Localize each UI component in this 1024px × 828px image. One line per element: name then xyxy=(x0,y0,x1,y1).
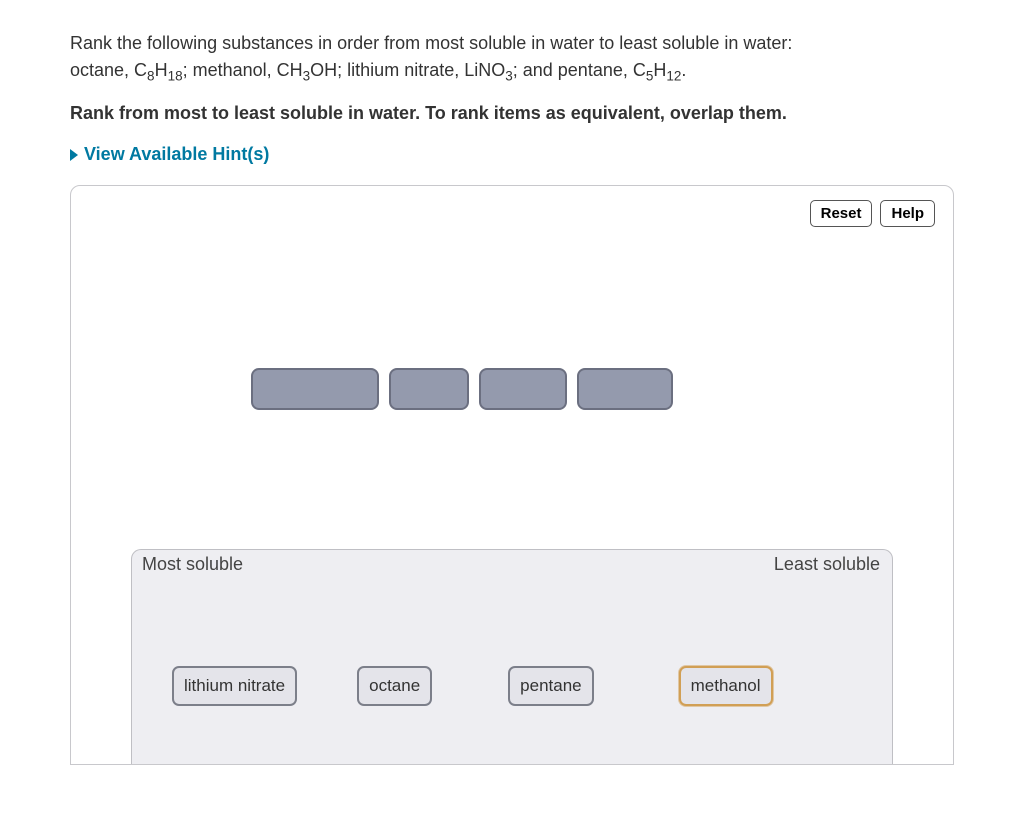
hints-label: View Available Hint(s) xyxy=(84,144,269,165)
view-hints-toggle[interactable]: View Available Hint(s) xyxy=(70,144,954,165)
zone-label-least: Least soluble xyxy=(774,554,880,575)
rank-slot[interactable] xyxy=(577,368,673,410)
reset-button[interactable]: Reset xyxy=(810,200,873,227)
zone-label-most: Most soluble xyxy=(142,554,243,575)
drop-zone[interactable]: Most soluble Least soluble lithium nitra… xyxy=(131,549,893,764)
help-button[interactable]: Help xyxy=(880,200,935,227)
rank-slot[interactable] xyxy=(251,368,379,410)
chip-pentane[interactable]: pentane xyxy=(508,666,593,706)
ranking-instruction: Rank from most to least soluble in water… xyxy=(70,101,954,126)
rank-slots xyxy=(251,368,673,410)
chip-methanol[interactable]: methanol xyxy=(679,666,773,706)
question-line2: octane, C8H18; methanol, CH3OH; lithium … xyxy=(70,60,686,80)
ranking-canvas: Reset Help Most soluble Least soluble li… xyxy=(70,185,954,765)
chip-octane[interactable]: octane xyxy=(357,666,432,706)
rank-slot[interactable] xyxy=(389,368,469,410)
chevron-right-icon xyxy=(70,149,78,161)
question-line1: Rank the following substances in order f… xyxy=(70,33,792,53)
chip-lithium-nitrate[interactable]: lithium nitrate xyxy=(172,666,297,706)
canvas-toolbar: Reset Help xyxy=(810,200,935,227)
rank-slot[interactable] xyxy=(479,368,567,410)
question-text: Rank the following substances in order f… xyxy=(70,30,954,87)
chip-row: lithium nitrate octane pentane methanol xyxy=(172,666,773,706)
